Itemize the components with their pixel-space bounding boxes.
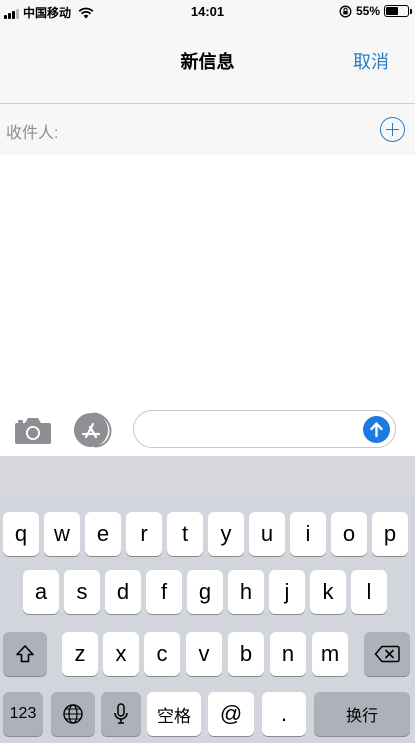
- dot-key[interactable]: .: [262, 692, 306, 736]
- app-store-icon: [81, 422, 101, 439]
- key-r[interactable]: r: [126, 512, 162, 556]
- microphone-icon: [114, 703, 128, 724]
- key-a[interactable]: a: [23, 570, 59, 614]
- space-key[interactable]: 空格: [147, 692, 201, 736]
- key-v[interactable]: v: [186, 632, 222, 676]
- key-s[interactable]: s: [64, 570, 100, 614]
- key-g[interactable]: g: [187, 570, 223, 614]
- delete-icon: [374, 645, 400, 663]
- compose-bar: [0, 402, 415, 456]
- key-q[interactable]: q: [3, 512, 39, 556]
- key-y[interactable]: y: [208, 512, 244, 556]
- shift-key[interactable]: [3, 632, 47, 676]
- recipient-label: 收件人:: [6, 125, 59, 142]
- status-right: 55%: [339, 4, 412, 18]
- message-text-field[interactable]: [146, 411, 366, 447]
- globe-key[interactable]: [51, 692, 95, 736]
- key-e[interactable]: e: [85, 512, 121, 556]
- numbers-key[interactable]: 123: [3, 692, 43, 736]
- add-contact-icon[interactable]: [380, 117, 405, 142]
- key-d[interactable]: d: [105, 570, 141, 614]
- app-store-button[interactable]: [69, 405, 119, 455]
- send-arrow-icon: [370, 422, 383, 438]
- battery-level: [386, 7, 398, 15]
- battery-icon: [384, 5, 412, 17]
- camera-icon: [15, 418, 51, 444]
- key-j[interactable]: j: [269, 570, 305, 614]
- globe-icon: [63, 704, 83, 724]
- key-c[interactable]: c: [144, 632, 180, 676]
- keyboard: q w e r t y u i o p a s d f g h j k l z …: [0, 456, 415, 743]
- battery-percent: 55%: [355, 4, 380, 18]
- microphone-key[interactable]: [101, 692, 141, 736]
- return-key[interactable]: 换行: [314, 692, 410, 736]
- key-l[interactable]: l: [351, 570, 387, 614]
- key-z[interactable]: z: [62, 632, 98, 676]
- key-k[interactable]: k: [310, 570, 346, 614]
- key-w[interactable]: w: [44, 512, 80, 556]
- at-key[interactable]: @: [208, 692, 254, 736]
- key-h[interactable]: h: [228, 570, 264, 614]
- key-x[interactable]: x: [103, 632, 139, 676]
- message-input[interactable]: [133, 410, 396, 448]
- key-t[interactable]: t: [167, 512, 203, 556]
- send-button[interactable]: [363, 416, 390, 443]
- recipient-field[interactable]: 收件人:: [0, 104, 415, 155]
- rotation-lock-icon: [339, 5, 352, 17]
- key-i[interactable]: i: [290, 512, 326, 556]
- conversation-area: [0, 155, 415, 402]
- key-m[interactable]: m: [312, 632, 348, 676]
- cancel-button[interactable]: 取消: [353, 48, 389, 74]
- key-u[interactable]: u: [249, 512, 285, 556]
- nav-bar: 新信息 取消: [0, 24, 415, 104]
- key-n[interactable]: n: [270, 632, 306, 676]
- camera-button[interactable]: [14, 414, 52, 446]
- key-p[interactable]: p: [372, 512, 408, 556]
- key-f[interactable]: f: [146, 570, 182, 614]
- status-bar: 中国移动 14:01 55%: [0, 0, 415, 24]
- delete-key[interactable]: [364, 632, 410, 676]
- shift-icon: [16, 645, 34, 663]
- keyboard-suggestion-bar: [0, 456, 415, 496]
- key-b[interactable]: b: [228, 632, 264, 676]
- key-o[interactable]: o: [331, 512, 367, 556]
